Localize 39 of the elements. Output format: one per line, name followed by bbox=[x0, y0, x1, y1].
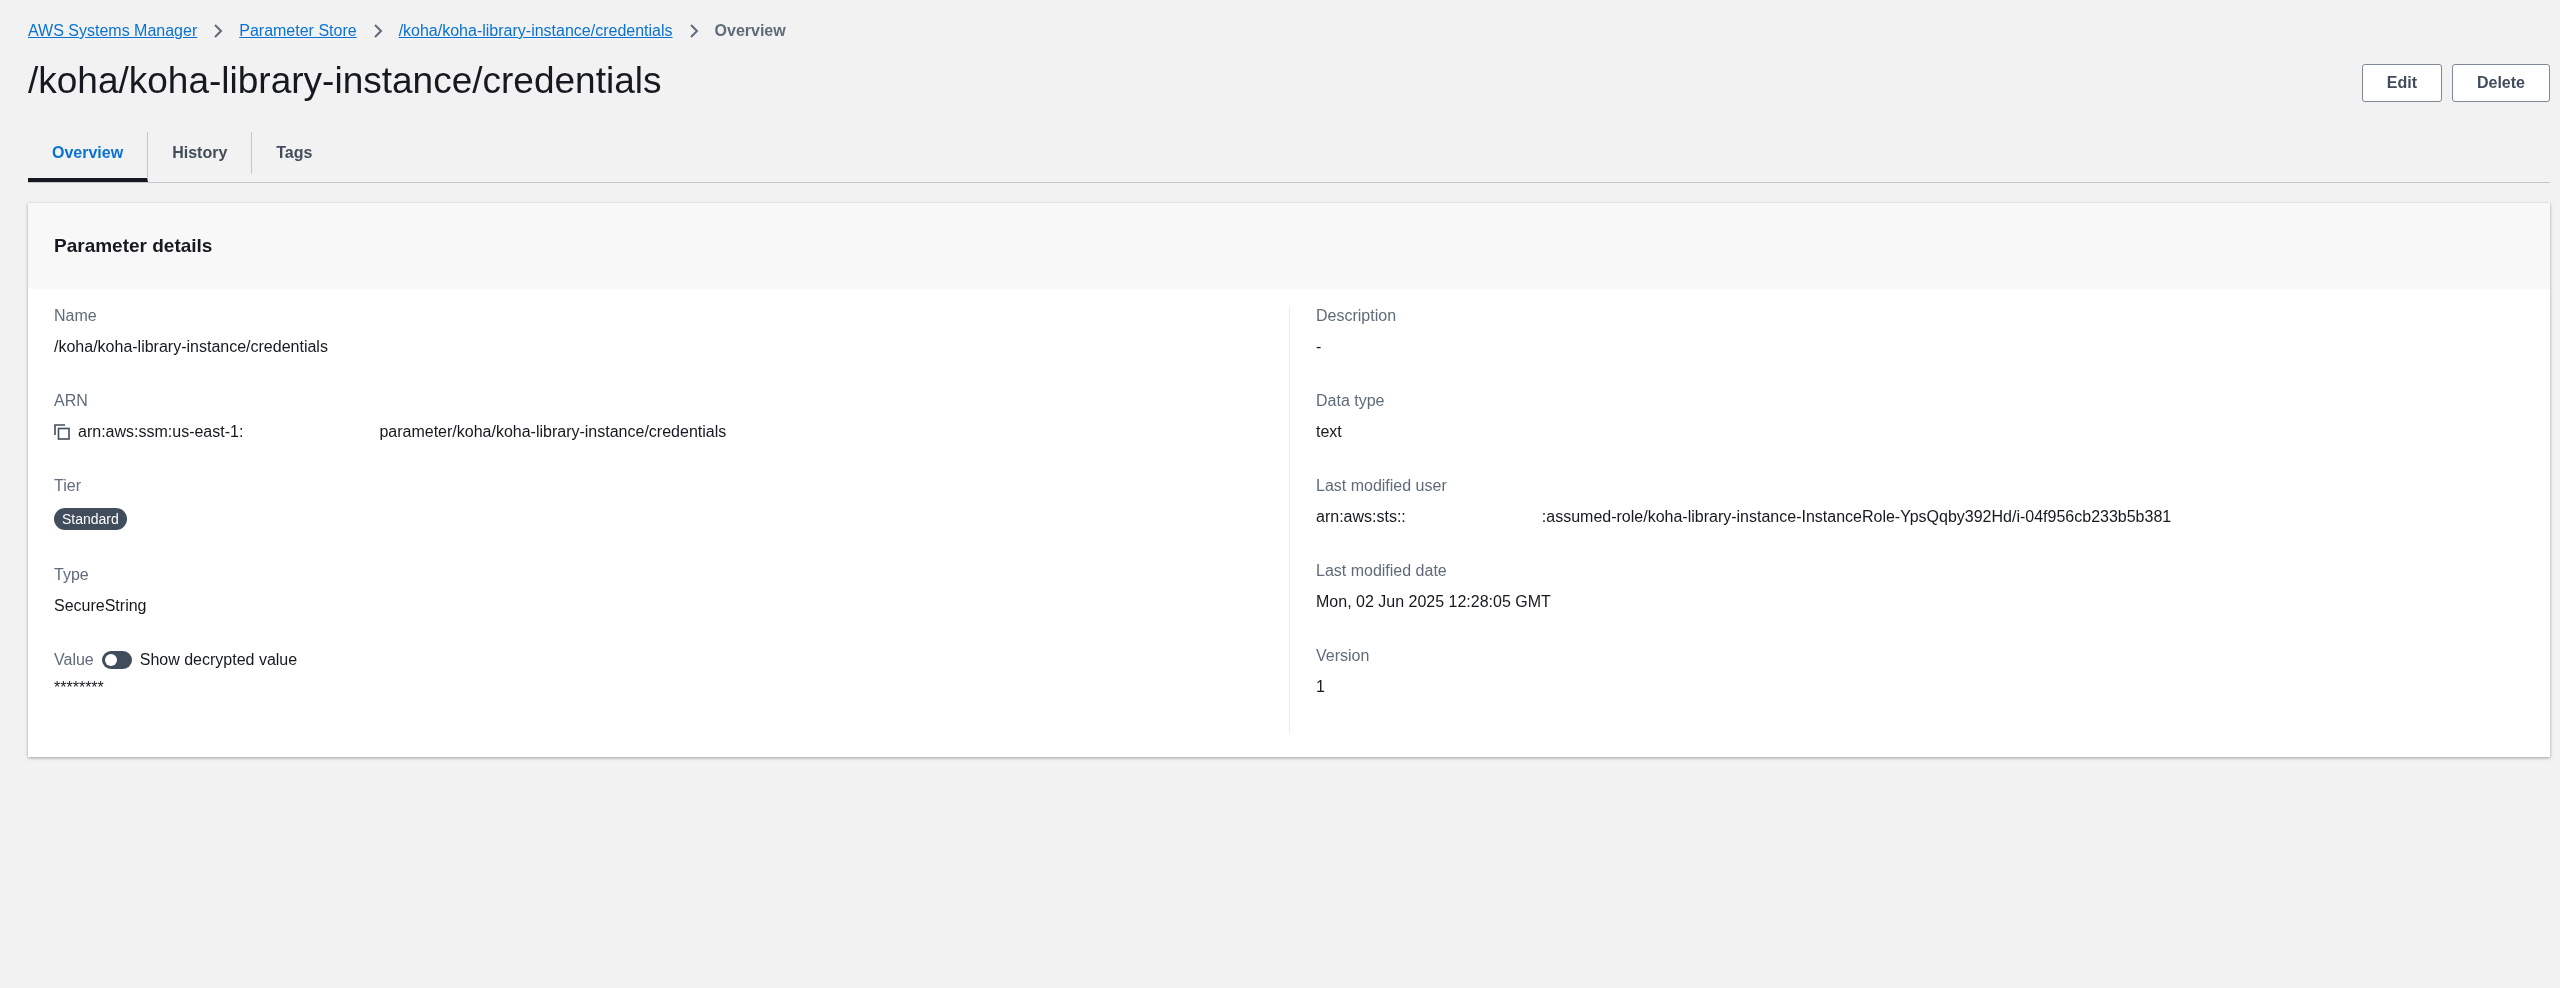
breadcrumb-link[interactable]: AWS Systems Manager bbox=[28, 22, 198, 40]
field-value: text bbox=[1316, 423, 1343, 441]
field-value: Mon, 02 Jun 2025 12:28:05 GMT bbox=[1316, 593, 1552, 611]
field-label: Value bbox=[54, 651, 94, 669]
field-value: 1 bbox=[1316, 678, 1326, 696]
field-value: :assumed-role/koha-library-instance-InstanceRole-YpsQqby392Hd/i-04f956cb233b5b381 bbox=[1541, 508, 2172, 526]
chevron-right-icon bbox=[372, 24, 383, 38]
field-value: ******** bbox=[54, 679, 105, 697]
field-value: arn:aws:ssm:us-east-1: bbox=[78, 423, 244, 441]
field-label: Last modified date bbox=[1316, 562, 1448, 580]
copy-icon[interactable] bbox=[54, 424, 70, 440]
chevron-right-icon bbox=[688, 24, 699, 38]
tier-badge: Standard bbox=[54, 508, 127, 530]
tab[interactable]: Tags bbox=[252, 132, 337, 174]
field-label: Name bbox=[54, 307, 98, 325]
field-label: Description bbox=[1316, 307, 1398, 325]
action-button[interactable]: Delete bbox=[2451, 64, 2550, 102]
field-label: ARN bbox=[54, 392, 89, 410]
field-label: Version bbox=[1316, 647, 1371, 665]
field-value: - bbox=[1316, 338, 1323, 356]
chevron-right-icon bbox=[213, 24, 224, 38]
field-label: Type bbox=[54, 566, 90, 584]
field-value: parameter/koha/koha-library-instance/credentials bbox=[379, 423, 727, 441]
tab[interactable]: History bbox=[148, 132, 253, 174]
field-value: arn:aws:sts:: bbox=[1316, 508, 1406, 526]
breadcrumb-link[interactable]: /koha/koha-library-instance/credentials bbox=[398, 22, 673, 40]
panel-title: Parameter details bbox=[54, 235, 214, 257]
breadcrumb-current: Overview bbox=[714, 22, 786, 40]
breadcrumb-link[interactable]: Parameter Store bbox=[239, 22, 357, 40]
toggle-label: Show decrypted value bbox=[139, 651, 298, 669]
page-title: /koha/koha-library-instance/credentials bbox=[28, 59, 662, 103]
field-label: Data type bbox=[1316, 392, 1386, 410]
toggle-switch[interactable] bbox=[101, 651, 132, 669]
field-value: SecureString bbox=[54, 597, 148, 615]
field-label: Tier bbox=[54, 477, 82, 495]
tab[interactable]: Overview bbox=[28, 132, 149, 182]
action-button[interactable]: Edit bbox=[2361, 64, 2442, 102]
field-value: /koha/koha-library-instance/credentials bbox=[54, 338, 329, 356]
field-label: Last modified user bbox=[1316, 477, 1448, 495]
